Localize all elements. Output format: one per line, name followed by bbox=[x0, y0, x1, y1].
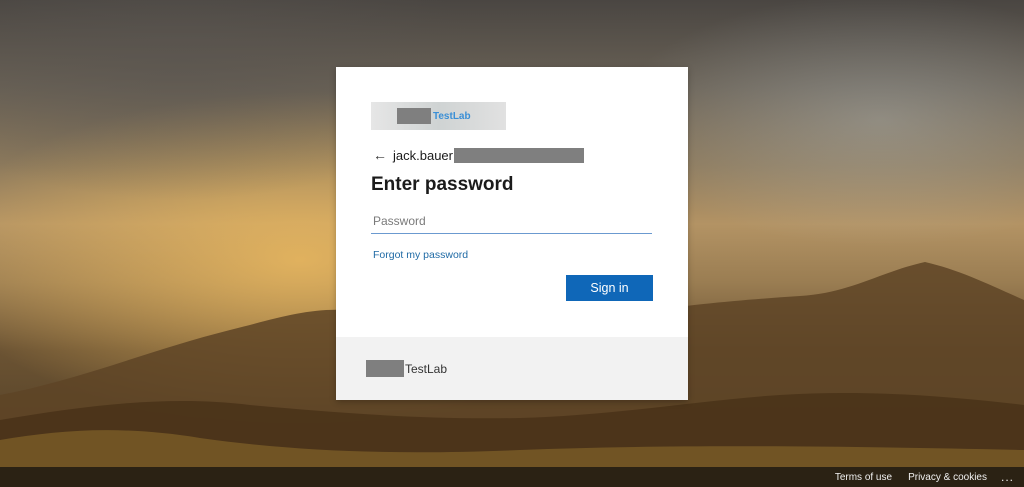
company-logo: TestLab bbox=[371, 102, 506, 130]
page-title: Enter password bbox=[371, 174, 514, 195]
redaction-block bbox=[453, 147, 584, 163]
privacy-link[interactable]: Privacy & cookies bbox=[908, 472, 987, 483]
organization-name: TestLab bbox=[405, 361, 448, 376]
username-text: jack.bauer bbox=[393, 147, 453, 163]
back-arrow-icon[interactable]: ← bbox=[373, 147, 387, 163]
redaction-block bbox=[397, 108, 431, 124]
password-field[interactable] bbox=[371, 208, 652, 234]
more-options-icon[interactable]: ... bbox=[1001, 470, 1014, 484]
account-identity: ← jack.bauer bbox=[373, 147, 584, 163]
signin-button[interactable]: Sign in bbox=[566, 275, 653, 301]
terms-link[interactable]: Terms of use bbox=[835, 472, 892, 483]
signin-card: TestLab ← jack.bauer Enter password Forg… bbox=[336, 67, 688, 400]
forgot-password-link[interactable]: Forgot my password bbox=[373, 249, 468, 261]
organization-footer: TestLab bbox=[336, 337, 688, 400]
page-footer: Terms of use Privacy & cookies ... bbox=[0, 467, 1024, 487]
logo-text: TestLab bbox=[433, 110, 471, 122]
redaction-block bbox=[366, 360, 404, 377]
